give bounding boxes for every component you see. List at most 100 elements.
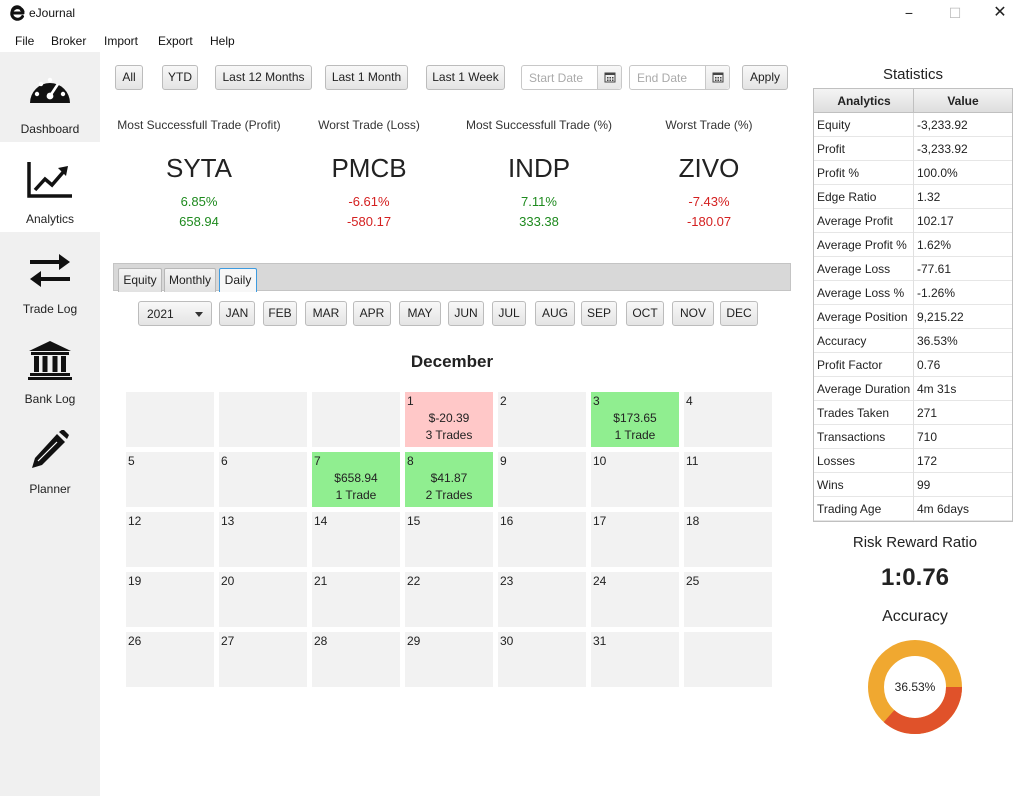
- month-button-mar[interactable]: MAR: [305, 301, 347, 326]
- pencil-icon: [32, 430, 69, 468]
- column-divider: [913, 305, 914, 329]
- filter-ytd-button[interactable]: YTD: [162, 65, 198, 90]
- highlight-symbol: INDP: [507, 153, 571, 183]
- menu-broker[interactable]: Broker: [51, 34, 86, 48]
- filter-all-button[interactable]: All: [115, 65, 143, 90]
- end-date-picker-button[interactable]: [705, 66, 729, 89]
- month-button-feb[interactable]: FEB: [263, 301, 297, 326]
- tab-daily[interactable]: Daily: [219, 268, 257, 292]
- statistics-row-label: Edge Ratio: [817, 190, 877, 204]
- app-logo-icon: [10, 5, 25, 21]
- statistics-row: Profit % 100.0%: [814, 161, 1012, 185]
- calendar-day-number: 10: [593, 454, 607, 468]
- calendar-day-cell: 26: [126, 632, 214, 687]
- sidebar-item-trade-log[interactable]: Trade Log: [0, 232, 100, 322]
- sidebar-item-label: Analytics: [25, 212, 75, 226]
- sidebar-item-planner[interactable]: Planner: [0, 412, 100, 502]
- month-button-aug[interactable]: AUG: [535, 301, 575, 326]
- calendar-day-number: 30: [500, 634, 514, 648]
- statistics-row-label: Profit %: [817, 166, 860, 180]
- month-button-jan[interactable]: JAN: [219, 301, 255, 326]
- app-title: eJournal: [29, 6, 76, 20]
- sidebar-item-bank-log[interactable]: Bank Log: [0, 322, 100, 412]
- start-date-picker-button[interactable]: [597, 66, 621, 89]
- column-divider: [913, 425, 914, 449]
- start-date-input[interactable]: [523, 67, 597, 88]
- month-button-oct[interactable]: OCT: [626, 301, 664, 326]
- statistics-row-label: Trades Taken: [817, 406, 890, 420]
- menu-file[interactable]: File: [15, 34, 34, 48]
- month-button-apr[interactable]: APR: [353, 301, 391, 326]
- statistics-row: Losses 172: [814, 449, 1012, 473]
- sidebar-item-dashboard[interactable]: Dashboard: [0, 52, 100, 142]
- apply-button[interactable]: Apply: [742, 65, 788, 90]
- statistics-rows: Equity -3,233.92 Profit -3,233.92 Profit % 10…: [814, 113, 1012, 521]
- statistics-row-value: 9,215.22: [917, 310, 964, 324]
- menu-bar: File Broker Import Export Help: [0, 30, 1023, 52]
- filter-last-1-month-button[interactable]: Last 1 Month: [325, 65, 408, 90]
- statistics-row: Average Position 9,215.22: [814, 305, 1012, 329]
- calendar-day-number: 1: [407, 394, 414, 408]
- month-button-jul[interactable]: JUL: [492, 301, 526, 326]
- calendar-day-number: 31: [593, 634, 607, 648]
- calendar-empty-cell: [219, 392, 307, 447]
- calendar-day-number: 25: [686, 574, 700, 588]
- bank-icon: [28, 341, 72, 380]
- menu-export[interactable]: Export: [158, 34, 193, 48]
- calendar-day-amount: $173.65: [613, 411, 657, 425]
- statistics-row-label: Wins: [817, 478, 844, 492]
- year-select[interactable]: 2021: [138, 301, 212, 326]
- maximize-button[interactable]: ☐: [940, 3, 970, 23]
- calendar-day-number: 27: [221, 634, 235, 648]
- column-divider: [913, 161, 914, 185]
- filter-last-1-week-button[interactable]: Last 1 Week: [426, 65, 505, 90]
- column-divider: [913, 329, 914, 353]
- sidebar-item-label: Dashboard: [20, 122, 80, 136]
- highlight-value: -580.17: [346, 214, 392, 229]
- statistics-row-label: Average Loss %: [817, 286, 905, 300]
- statistics-row-label: Losses: [817, 454, 856, 468]
- calendar-day-cell: 7 $658.94 1 Trade: [312, 452, 400, 507]
- month-button-nov[interactable]: NOV: [672, 301, 714, 326]
- tab-monthly[interactable]: Monthly: [164, 268, 216, 292]
- statistics-row-label: Average Loss: [817, 262, 891, 276]
- minimize-button[interactable]: −: [894, 3, 924, 23]
- column-header-value[interactable]: Value: [914, 94, 1012, 108]
- filter-last-12-months-button[interactable]: Last 12 Months: [215, 65, 312, 90]
- statistics-row-value: 99: [917, 478, 931, 492]
- sidebar-item-label: Bank Log: [24, 392, 76, 406]
- end-date-input[interactable]: [631, 67, 705, 88]
- statistics-row: Trading Age 4m 6days: [814, 497, 1012, 521]
- month-button-dec[interactable]: DEC: [720, 301, 758, 326]
- sidebar-item-analytics[interactable]: Analytics: [0, 142, 100, 232]
- menu-help[interactable]: Help: [210, 34, 235, 48]
- year-select-value: 2021: [147, 307, 174, 321]
- month-button-may[interactable]: MAY: [399, 301, 441, 326]
- sidebar-item-label: Planner: [29, 482, 71, 496]
- statistics-row: Average Loss % -1.26%: [814, 281, 1012, 305]
- month-button-jun[interactable]: JUN: [448, 301, 484, 326]
- accuracy-title: Accuracy: [882, 608, 948, 625]
- calendar-day-cell: 23: [498, 572, 586, 627]
- accuracy-donut-label: 36.53%: [894, 680, 936, 694]
- sidebar-item-label: Trade Log: [22, 302, 78, 316]
- column-divider: [913, 257, 914, 281]
- calendar-day-trades: 2 Trades: [425, 488, 473, 502]
- highlight-caption: Worst Trade (Loss): [318, 118, 420, 132]
- statistics-row-value: -3,233.92: [917, 142, 968, 156]
- statistics-row-value: -3,233.92: [917, 118, 968, 132]
- column-header-analytics[interactable]: Analytics: [814, 94, 914, 108]
- month-button-sep[interactable]: SEP: [581, 301, 617, 326]
- statistics-table: Analytics Value Equity -3,233.92 Profit -3,…: [813, 88, 1013, 522]
- menu-import[interactable]: Import: [104, 34, 138, 48]
- calendar-day-number: 6: [221, 454, 228, 468]
- tab-equity[interactable]: Equity: [118, 268, 162, 292]
- statistics-row: Accuracy 36.53%: [814, 329, 1012, 353]
- calendar-day-number: 19: [128, 574, 142, 588]
- calendar-day-trades: 3 Trades: [425, 428, 473, 442]
- calendar-day-number: 24: [593, 574, 607, 588]
- close-button[interactable]: ✕: [985, 3, 1015, 23]
- calendar-day-number: 23: [500, 574, 514, 588]
- column-divider: [913, 449, 914, 473]
- column-divider: [913, 113, 914, 137]
